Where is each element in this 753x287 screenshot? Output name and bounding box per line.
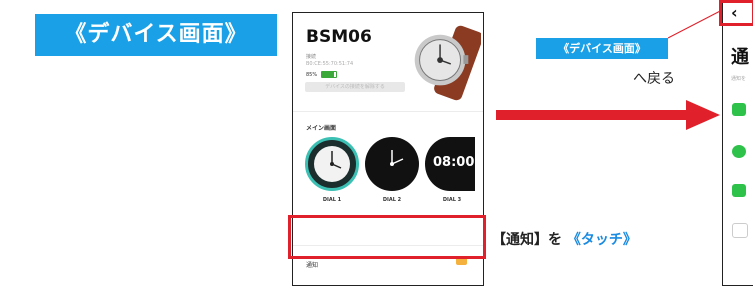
dial-3-label: DIAL 3 — [442, 197, 462, 203]
qq-app-icon — [732, 223, 748, 238]
dial-1-label: DIAL 1 — [322, 197, 342, 203]
notification-highlight-box — [288, 215, 486, 259]
dial-2-face[interactable] — [365, 137, 419, 191]
return-text: へ戻る — [633, 71, 675, 87]
notification-item-label[interactable]: 通知 — [306, 260, 318, 269]
message-app-icon — [732, 145, 746, 158]
device-name: BSM06 — [306, 27, 372, 47]
mac-address: B0:CE:55:70:51:74 — [306, 61, 354, 67]
tap-instruction-prefix: 【通知】を — [492, 232, 562, 248]
dial-1-graphic — [314, 146, 350, 182]
right-arrow-icon — [496, 100, 720, 130]
connection-label: 接続 — [306, 54, 317, 60]
battery-icon — [321, 71, 338, 78]
notification-screen-subtitle: 通知を — [731, 76, 747, 82]
tap-instruction: 【通知】を 《タッチ》 — [492, 229, 637, 249]
wechat-app-icon — [732, 184, 746, 197]
dial-1-face[interactable] — [305, 137, 359, 191]
phone-app-icon — [732, 103, 746, 116]
dial-2-graphic — [390, 150, 404, 166]
dial-2-label: DIAL 2 — [382, 197, 402, 203]
title-badge: 《デバイス画面》 — [35, 14, 277, 56]
main-screen-title: メイン画面 — [306, 125, 337, 132]
battery-percent: 85% — [306, 71, 318, 78]
notification-screen-title: 通 — [731, 47, 749, 68]
battery-status: 85% — [306, 71, 338, 78]
dial-3-face[interactable]: 08:00 — [425, 137, 475, 191]
dial-3-time: 08:00 — [433, 155, 475, 170]
return-badge: 《デバイス画面》 — [536, 38, 668, 59]
disconnect-button[interactable]: デバイスの接続を解除する — [305, 82, 405, 92]
watch-image — [414, 25, 481, 101]
notification-screen: 通 通知を — [722, 2, 753, 286]
back-button-highlight-box — [719, 0, 753, 26]
divider — [293, 111, 483, 112]
dial-list: 08:00 DIAL 1 DIAL 2 DIAL 3 — [305, 137, 483, 207]
tap-instruction-emphasis: 《タッチ》 — [566, 232, 637, 248]
